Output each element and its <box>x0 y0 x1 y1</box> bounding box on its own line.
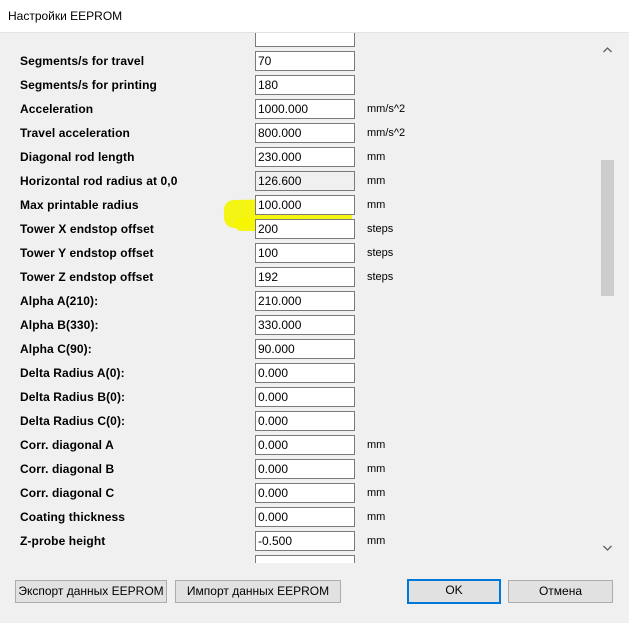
setting-input[interactable]: 1000.000 <box>255 99 355 119</box>
setting-label: Tower Y endstop offset <box>20 246 154 260</box>
setting-row: Corr. diagonal C 0.000 mm <box>3 481 599 505</box>
setting-label: Coating thickness <box>20 510 126 524</box>
setting-unit: steps <box>367 247 394 259</box>
setting-unit: mm <box>367 175 386 187</box>
setting-unit: mm/s^2 <box>367 103 406 115</box>
setting-row: Tower Y endstop offset 100 steps <box>3 241 599 265</box>
partial-row <box>3 553 599 563</box>
setting-row: Corr. diagonal B 0.000 mm <box>3 457 599 481</box>
setting-input[interactable]: 0.000 <box>255 435 355 455</box>
chevron-up-icon[interactable] <box>599 42 616 59</box>
setting-input[interactable]: 180 <box>255 75 355 95</box>
setting-row: Alpha B(330): 330.000 <box>3 313 599 337</box>
setting-row: Acceleration 1000.000 mm/s^2 <box>3 97 599 121</box>
partial-field[interactable] <box>255 555 355 563</box>
setting-label: Corr. diagonal A <box>20 438 114 452</box>
setting-label: Delta Radius B(0): <box>20 390 126 404</box>
setting-input[interactable]: 100.000 <box>255 195 355 215</box>
setting-unit: mm <box>367 535 386 547</box>
setting-input[interactable]: 0.000 <box>255 459 355 479</box>
setting-input[interactable]: 330.000 <box>255 315 355 335</box>
setting-row: Horizontal rod radius at 0,0 126.600 mm <box>3 169 599 193</box>
scrollbar-thumb[interactable] <box>601 160 614 296</box>
setting-row: Z-probe height -0.500 mm <box>3 529 599 553</box>
setting-label: Tower Z endstop offset <box>20 270 154 284</box>
setting-input[interactable]: 0.000 <box>255 411 355 431</box>
setting-label: Corr. diagonal C <box>20 486 115 500</box>
setting-row: Max printable radius 100.000 mm <box>3 193 599 217</box>
title-bar: Настройки EEPROM <box>0 0 629 33</box>
setting-label: Max printable radius <box>20 198 139 212</box>
setting-input[interactable]: -0.500 <box>255 531 355 551</box>
setting-unit: mm <box>367 487 386 499</box>
ok-button[interactable]: OK <box>407 579 501 604</box>
setting-row: Coating thickness 0.000 mm <box>3 505 599 529</box>
setting-row: Corr. diagonal A 0.000 mm <box>3 433 599 457</box>
setting-input[interactable]: 192 <box>255 267 355 287</box>
cancel-button[interactable]: Отмена <box>508 580 613 603</box>
setting-input[interactable]: 90.000 <box>255 339 355 359</box>
setting-label: Alpha A(210): <box>20 294 99 308</box>
setting-label: Tower X endstop offset <box>20 222 154 236</box>
setting-input[interactable]: 0.000 <box>255 363 355 383</box>
eeprom-settings-list: Segments/s for travel 70 Segments/s for … <box>3 33 616 563</box>
setting-row: Segments/s for travel 70 <box>3 49 599 73</box>
setting-label: Alpha B(330): <box>20 318 99 332</box>
setting-row: Diagonal rod length 230.000 mm <box>3 145 599 169</box>
setting-row: Delta Radius B(0): 0.000 <box>3 385 599 409</box>
setting-input[interactable]: 70 <box>255 51 355 71</box>
setting-label: Alpha C(90): <box>20 342 92 356</box>
setting-label: Travel acceleration <box>20 126 130 140</box>
setting-label: Z-probe height <box>20 534 106 548</box>
window-title: Настройки EEPROM <box>8 9 123 23</box>
setting-input[interactable]: 0.000 <box>255 387 355 407</box>
setting-unit: steps <box>367 223 394 235</box>
export-eeprom-button[interactable]: Экспорт данных EEPROM <box>15 580 167 603</box>
setting-unit: steps <box>367 271 394 283</box>
setting-label: Delta Radius A(0): <box>20 366 125 380</box>
setting-input[interactable]: 800.000 <box>255 123 355 143</box>
setting-row: Travel acceleration 800.000 mm/s^2 <box>3 121 599 145</box>
setting-label: Corr. diagonal B <box>20 462 115 476</box>
setting-unit: mm <box>367 463 386 475</box>
setting-row: Delta Radius A(0): 0.000 <box>3 361 599 385</box>
setting-input[interactable]: 200 <box>255 219 355 239</box>
setting-row: Tower X endstop offset 200 steps <box>3 217 599 241</box>
setting-unit: mm/s^2 <box>367 127 406 139</box>
setting-input[interactable]: 0.000 <box>255 507 355 527</box>
setting-input[interactable]: 230.000 <box>255 147 355 167</box>
vertical-scrollbar[interactable] <box>599 40 616 560</box>
setting-input[interactable]: 210.000 <box>255 291 355 311</box>
import-eeprom-button[interactable]: Импорт данных EEPROM <box>175 580 341 603</box>
setting-unit: mm <box>367 199 386 211</box>
setting-input[interactable]: 100 <box>255 243 355 263</box>
setting-label: Acceleration <box>20 102 94 116</box>
setting-unit: mm <box>367 151 386 163</box>
setting-label: Segments/s for travel <box>20 54 145 68</box>
chevron-down-icon[interactable] <box>599 540 616 557</box>
setting-label: Diagonal rod length <box>20 150 135 164</box>
setting-input[interactable]: 0.000 <box>255 483 355 503</box>
setting-unit: mm <box>367 511 386 523</box>
setting-label: Delta Radius C(0): <box>20 414 126 428</box>
setting-label: Segments/s for printing <box>20 78 157 92</box>
partial-row <box>3 33 599 47</box>
setting-input[interactable]: 126.600 <box>255 171 355 191</box>
setting-label: Horizontal rod radius at 0,0 <box>20 174 178 188</box>
setting-unit: mm <box>367 439 386 451</box>
setting-row: Segments/s for printing 180 <box>3 73 599 97</box>
setting-row: Delta Radius C(0): 0.000 <box>3 409 599 433</box>
setting-row: Alpha C(90): 90.000 <box>3 337 599 361</box>
setting-row: Tower Z endstop offset 192 steps <box>3 265 599 289</box>
partial-field[interactable] <box>255 33 355 47</box>
setting-row: Alpha A(210): 210.000 <box>3 289 599 313</box>
